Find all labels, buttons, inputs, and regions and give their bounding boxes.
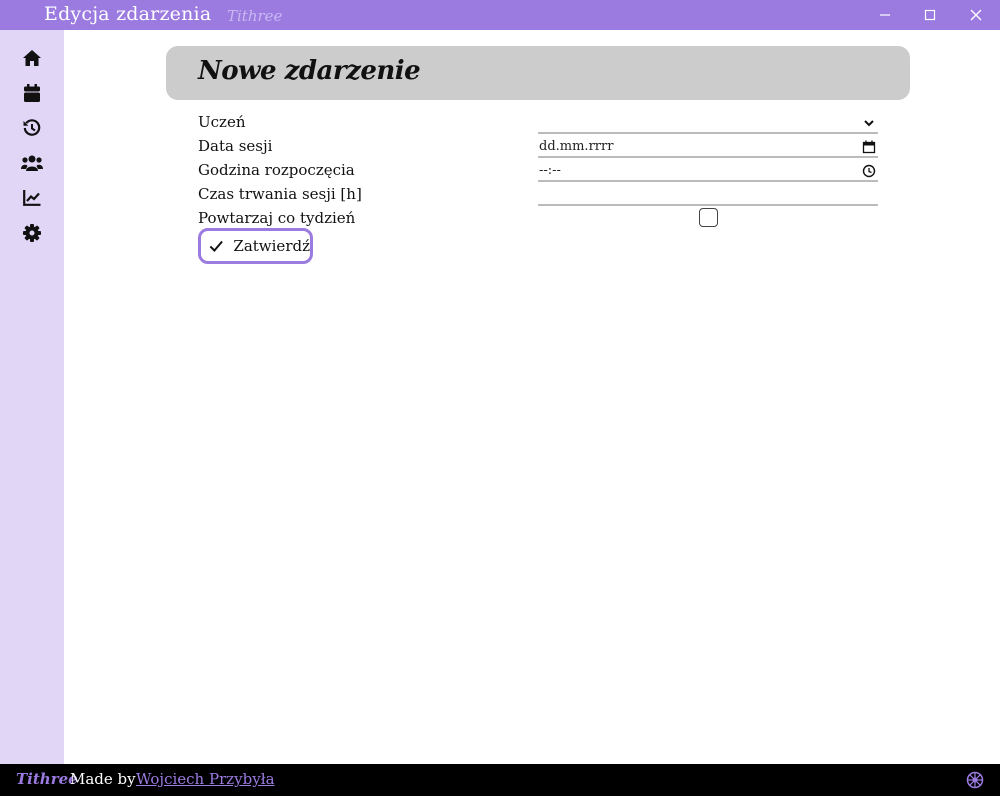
- close-button[interactable]: [953, 0, 999, 30]
- student-select[interactable]: [538, 112, 878, 134]
- time-placeholder: --:--: [539, 163, 561, 178]
- home-icon: [23, 50, 41, 66]
- calendar-icon: [24, 84, 40, 102]
- duration-label: Czas trwania sesji [h]: [198, 185, 362, 203]
- author-link[interactable]: Wojciech Przybyła: [136, 770, 275, 788]
- check-icon: [209, 240, 223, 252]
- close-icon: [970, 9, 982, 21]
- history-icon: [23, 119, 41, 136]
- date-placeholder: dd.mm.rrrr: [539, 139, 614, 154]
- form-row-student: Uczeń: [198, 112, 878, 136]
- time-input[interactable]: --:--: [538, 160, 878, 182]
- sidebar-item-calendar[interactable]: [20, 81, 44, 105]
- logo-icon: [966, 771, 984, 789]
- gear-icon: [23, 224, 41, 242]
- form-row-duration: Czas trwania sesji [h]: [198, 184, 878, 208]
- date-input[interactable]: dd.mm.rrrr: [538, 136, 878, 158]
- date-label: Data sesji: [198, 137, 273, 155]
- maximize-icon: [924, 9, 936, 21]
- sidebar-item-students[interactable]: [20, 151, 44, 175]
- maximize-button[interactable]: [907, 0, 953, 30]
- users-icon: [21, 155, 43, 171]
- clock-icon[interactable]: [862, 164, 876, 178]
- page-title: Nowe zdarzenie: [198, 56, 421, 86]
- page-header: Nowe zdarzenie: [166, 46, 910, 100]
- sidebar: [0, 30, 64, 764]
- repeat-weekly-checkbox[interactable]: [699, 208, 718, 227]
- main-content: Nowe zdarzenie Uczeń Data sesji dd.mm.rr…: [64, 30, 1000, 764]
- submit-button[interactable]: Zatwierdź: [198, 228, 313, 264]
- footer-made-by: Made by: [70, 770, 136, 788]
- sidebar-item-settings[interactable]: [20, 221, 44, 245]
- form-row-date: Data sesji dd.mm.rrrr: [198, 136, 878, 160]
- time-label: Godzina rozpoczęcia: [198, 161, 355, 179]
- title-bar: Edycja zdarzenia Tithree: [0, 0, 1000, 30]
- duration-input[interactable]: [538, 184, 878, 206]
- form-row-time: Godzina rozpoczęcia --:--: [198, 160, 878, 184]
- student-label: Uczeń: [198, 113, 246, 131]
- calendar-picker-icon[interactable]: [862, 140, 876, 154]
- chevron-down-icon: [864, 120, 874, 127]
- footer: Tithree Made by Wojciech Przybyła: [0, 764, 1000, 796]
- repeat-label: Powtarzaj co tydzień: [198, 209, 356, 227]
- footer-brand: Tithree: [16, 770, 78, 788]
- minimize-icon: [880, 14, 890, 16]
- sidebar-item-stats[interactable]: [20, 186, 44, 210]
- submit-label: Zatwierdź: [233, 237, 310, 255]
- window-title: Edycja zdarzenia: [44, 3, 212, 25]
- chart-line-icon: [23, 190, 41, 206]
- sidebar-item-history[interactable]: [20, 116, 44, 140]
- minimize-button[interactable]: [862, 0, 908, 30]
- title-brand: Tithree: [227, 7, 283, 25]
- sidebar-item-home[interactable]: [20, 46, 44, 70]
